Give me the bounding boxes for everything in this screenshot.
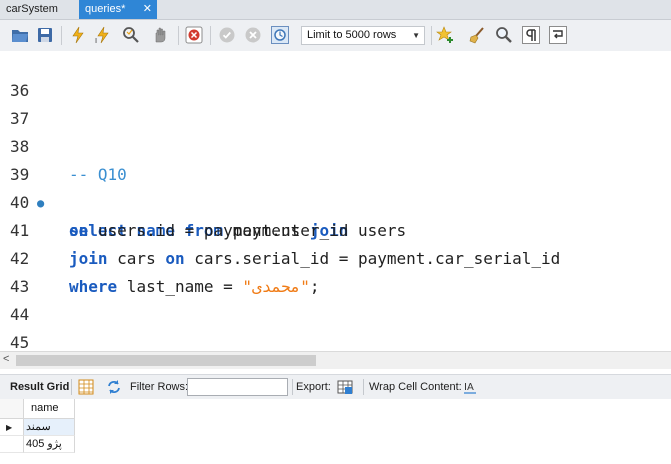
- tab-carsystem[interactable]: carSystem: [0, 0, 76, 19]
- toolbar-separator: [71, 379, 72, 395]
- refresh-icon[interactable]: [106, 379, 122, 395]
- toolbar-separator: [178, 26, 179, 45]
- toolbar-separator: [210, 26, 211, 45]
- toggle-stop-on-error-icon[interactable]: [185, 26, 203, 44]
- export-label: Export:: [296, 381, 331, 393]
- word-wrap-icon[interactable]: [549, 26, 567, 44]
- stop-hand-icon[interactable]: [151, 26, 169, 44]
- tab-queries[interactable]: queries* ✕: [79, 0, 157, 19]
- toolbar-separator: [431, 26, 432, 45]
- result-toolbar: Result Grid Filter Rows: Export: Wrap Ce…: [0, 374, 671, 400]
- editor-line: 38 -- Q10: [0, 105, 671, 184]
- result-grid: name ▶ سمند پژو 405: [0, 399, 671, 464]
- tab-label: queries*: [85, 3, 126, 15]
- grid-layout-icon[interactable]: [78, 379, 94, 395]
- rollback-icon[interactable]: [244, 26, 262, 44]
- scrollbar-thumb[interactable]: [16, 355, 316, 366]
- filter-rows-input[interactable]: [187, 378, 288, 396]
- commit-icon[interactable]: [218, 26, 236, 44]
- table-row[interactable]: ▶ سمند: [0, 419, 75, 436]
- beautify-broom-icon[interactable]: [468, 26, 486, 44]
- wrap-cell-content-label: Wrap Cell Content:: [369, 381, 462, 393]
- result-grid-tab[interactable]: Result Grid: [10, 375, 69, 399]
- svg-text:I: I: [95, 37, 97, 44]
- execute-current-icon[interactable]: I: [94, 26, 112, 44]
- save-icon[interactable]: [36, 26, 54, 44]
- editor-line: 40 on users.id = payment.user_id: [0, 161, 671, 240]
- execute-icon[interactable]: [69, 26, 87, 44]
- grid-header: name: [0, 399, 75, 419]
- row-limit-value: Limit to 5000 rows: [307, 29, 397, 41]
- open-folder-icon[interactable]: [11, 26, 29, 44]
- close-tab-icon[interactable]: ✕: [143, 0, 152, 19]
- explain-icon[interactable]: [122, 26, 140, 44]
- editor-line: 43: [0, 245, 671, 296]
- wrap-text-icon[interactable]: IA: [462, 379, 478, 395]
- find-magnifier-icon[interactable]: [495, 26, 513, 44]
- table-row[interactable]: پژو 405: [0, 436, 75, 453]
- sql-editor[interactable]: 36 37 38 -- Q10 39 ● select name from pa…: [0, 51, 671, 351]
- editor-line: 46: [0, 329, 671, 351]
- row-header-corner: [0, 399, 24, 418]
- invisible-chars-icon[interactable]: [522, 26, 540, 44]
- editor-line: 45: [0, 301, 671, 351]
- svg-text:IA: IA: [464, 382, 474, 393]
- export-icon[interactable]: [337, 379, 353, 395]
- table-cell[interactable]: پژو 405: [24, 436, 75, 453]
- editor-line: 44: [0, 273, 671, 324]
- editor-line: 39 ● select name from payment join users: [0, 133, 671, 240]
- autocommit-icon[interactable]: [271, 26, 289, 44]
- filter-rows-label: Filter Rows:: [130, 381, 189, 393]
- editor-line: 42 where last_name = "محمدی";: [0, 217, 671, 296]
- scroll-left-icon[interactable]: <: [3, 353, 9, 365]
- sql-editor-toolbar: I Limit to 5000 rows ▼: [0, 20, 671, 52]
- chevron-down-icon: ▼: [412, 31, 420, 40]
- toolbar-separator: [363, 379, 364, 395]
- row-header: [0, 436, 24, 453]
- toolbar-separator: [61, 26, 62, 45]
- current-row-arrow-icon: ▶: [0, 419, 24, 436]
- editor-tab-bar: carSystem queries* ✕: [0, 0, 671, 20]
- horizontal-scrollbar[interactable]: <: [0, 351, 671, 369]
- editor-line: 36: [0, 51, 671, 100]
- add-snippet-star-icon[interactable]: [436, 26, 454, 44]
- toolbar-separator: [292, 379, 293, 395]
- row-limit-select[interactable]: Limit to 5000 rows ▼: [301, 26, 425, 45]
- table-cell[interactable]: سمند: [24, 419, 75, 436]
- tab-label: carSystem: [6, 3, 58, 15]
- editor-line: 41 join cars on cars.serial_id = payment…: [0, 189, 671, 268]
- column-header-name[interactable]: name: [24, 399, 75, 418]
- editor-line: 37: [0, 77, 671, 128]
